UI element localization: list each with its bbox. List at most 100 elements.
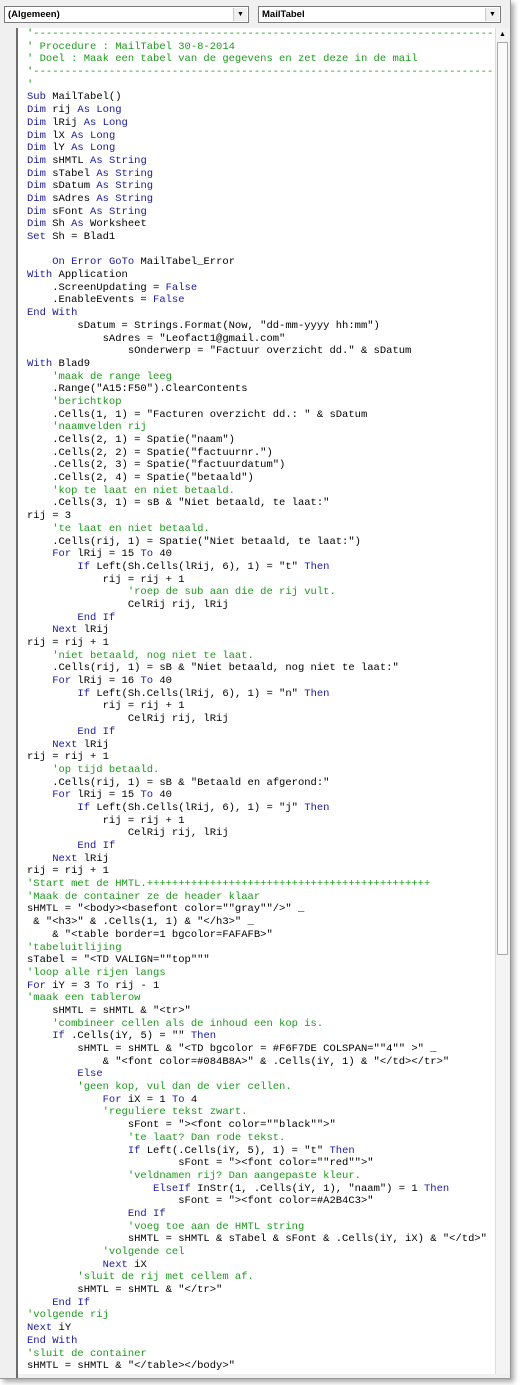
scroll-up-icon[interactable]: ▲: [496, 28, 509, 41]
code-comment: 'tabeluitlijing: [27, 941, 122, 954]
code-keyword: End: [77, 725, 97, 738]
code-line: .Cells(2, 2) = Spatie("factuurnr."): [27, 446, 273, 459]
code-line: sAdres = "Leofact1@gmail.com": [27, 332, 286, 345]
code-keyword: Dim: [27, 192, 46, 205]
code-lines: '---------------------------------------…: [27, 28, 495, 1373]
object-dropdown[interactable]: (Algemeen) ▼: [4, 6, 249, 23]
code-line: sHMTL = sHMTL & "</tr>": [27, 1284, 223, 1297]
code-comment: ' Doel : Maak een tabel van de gegevens …: [27, 53, 418, 66]
code-line: 'reguliere tekst zwart.: [27, 1106, 495, 1119]
code-line: 'veldnamen rij? Dan aangepaste kleur.: [27, 1170, 495, 1183]
scrollbar-thumb[interactable]: [497, 42, 508, 955]
code-keyword: Else: [77, 1068, 103, 1081]
code-line: End If: [27, 1297, 495, 1310]
code-keyword: Dim: [27, 167, 46, 180]
code-keyword: To: [140, 675, 154, 688]
code-comment: 'kop te laat en niet betaald.: [27, 484, 235, 497]
code-keyword: False: [153, 294, 185, 307]
code-keyword: If: [77, 1296, 91, 1309]
code-line: sOnderwerp = "Factuur overzicht dd." & s…: [27, 345, 412, 358]
chevron-down-icon[interactable]: ▼: [233, 8, 247, 21]
code-comment: 'reguliere tekst zwart.: [27, 1106, 248, 1119]
code-line: 'voeg toe aan de HMTL string: [27, 1221, 495, 1234]
code-line: 'volgende rij: [27, 1309, 495, 1322]
code-line: sDatum = Strings.Format(Now, "dd-mm-yyyy…: [27, 319, 380, 332]
code-line: 'Start met de HMTL.+++++++++++++++++++++…: [27, 878, 495, 891]
code-editor[interactable]: '---------------------------------------…: [18, 28, 495, 1374]
code-line: Next iX: [102, 1258, 147, 1271]
code-keyword: Error: [71, 256, 103, 269]
code-comment: 'sluit de container: [27, 1347, 147, 1360]
code-keyword: End: [27, 1334, 46, 1347]
code-keyword: As: [71, 218, 84, 231]
code-line: rij = rij + 1: [27, 751, 109, 764]
code-comment: 'naamvelden rij: [27, 421, 147, 434]
code-keyword: Dim: [27, 205, 46, 218]
code-line: sHMTL = sHMTL & sTabel & sFont & .Cells(…: [27, 1233, 487, 1246]
code-line: End With: [27, 307, 495, 320]
code-comment: 'niet betaald, nog niet te laat.: [27, 649, 254, 662]
code-line: CelRij rij, lRij: [27, 598, 229, 611]
code-line: 'geen kop, vul dan de vier cellen.: [27, 1081, 495, 1094]
code-keyword: If: [127, 1144, 141, 1157]
code-comment: '---------------------------------------…: [27, 28, 495, 40]
code-keyword: Then: [304, 687, 330, 700]
code-comment: 'maak een tablerow: [27, 992, 141, 1005]
code-line: For iY = 3 To rij - 1: [27, 979, 160, 992]
code-line: 'berichtkop: [27, 396, 495, 409]
code-keyword: As: [71, 142, 84, 155]
code-line: Set Sh = Blad1: [27, 231, 116, 243]
code-keyword: String: [115, 180, 154, 193]
code-line: rij = 3: [27, 510, 72, 523]
code-line: If Left(.Cells(iY, 5), 1) = "t" Then: [127, 1144, 355, 1157]
code-line: 'volgende cel: [27, 1246, 495, 1259]
code-line: 'loop alle rijen langs: [27, 967, 495, 980]
code-keyword: As: [90, 154, 103, 167]
code-keyword: Dim: [27, 180, 46, 193]
code-comment: 'veldnamen rij? Dan aangepaste kleur.: [27, 1169, 361, 1182]
code-keyword: Then: [190, 1030, 217, 1043]
code-line: 'op tijd betaald.: [27, 764, 495, 777]
code-keyword: As: [71, 129, 84, 142]
code-keyword: As: [96, 180, 109, 193]
code-line: 'combineer cellen als de inhoud een kop …: [27, 1018, 495, 1031]
code-keyword: To: [96, 979, 109, 992]
code-line: 'sluit de rij met cellem af.: [27, 1271, 495, 1284]
code-line: Next lRij: [52, 852, 109, 865]
code-comment: 'roep de sub aan die de rij vult.: [27, 586, 336, 599]
code-keyword: Long: [90, 129, 116, 142]
code-line: '---------------------------------------…: [27, 66, 495, 79]
code-line: End If: [27, 726, 495, 739]
code-keyword: Dim: [27, 129, 46, 142]
code-keyword: For: [52, 789, 72, 802]
chevron-down-icon[interactable]: ▼: [485, 8, 499, 21]
code-line: ' Doel : Maak een tabel van de gegevens …: [27, 53, 495, 66]
margin-indicator-bar[interactable]: [0, 28, 18, 1378]
code-keyword: ElseIf: [153, 1182, 191, 1195]
code-line: Sub MailTabel(): [27, 91, 122, 104]
code-comment: 'te laat? Dan rode tekst.: [27, 1131, 286, 1144]
code-keyword: Long: [90, 142, 116, 155]
code-keyword: As: [77, 104, 91, 117]
code-keyword: For: [52, 548, 72, 561]
code-keyword: Long: [96, 104, 122, 117]
code-keyword: Then: [304, 560, 330, 573]
code-line: sHMTL = sHMTL & "<TD bgcolor = #F6F7DE C…: [27, 1043, 437, 1055]
code-keyword: Dim: [27, 154, 46, 167]
procedure-dropdown[interactable]: MailTabel ▼: [258, 6, 501, 23]
vertical-scrollbar[interactable]: ▲: [495, 28, 509, 1374]
code-keyword: Sub: [27, 91, 46, 104]
code-line: Else: [27, 1068, 495, 1081]
code-line: ' Procedure : MailTabel 30-8-2014: [27, 41, 495, 54]
code-comment: 'Maak de container ze de header klaar: [27, 890, 261, 903]
code-line: & "<font color=#084B8A>" & .Cells(iY, 1)…: [27, 1055, 450, 1068]
code-line: Next lRij: [52, 624, 109, 637]
code-keyword: String: [115, 167, 154, 180]
code-keyword: If: [102, 725, 116, 738]
code-line: 'niet betaald, nog niet te laat.: [27, 650, 495, 663]
code-keyword: Dim: [27, 218, 46, 231]
code-keyword: With: [27, 269, 53, 282]
code-line: .Cells(1, 1) = "Facturen overzicht dd.: …: [27, 408, 368, 421]
code-keyword: Next: [27, 1322, 53, 1335]
code-line: Dim rij As Long: [27, 104, 122, 117]
